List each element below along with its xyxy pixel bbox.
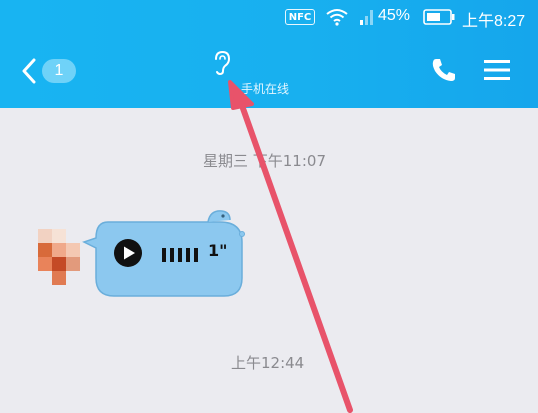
nav-bar: 1 手机在线 [0,36,538,108]
wifi-icon [326,9,348,26]
unread-badge: 1 [42,59,76,83]
chevron-left-icon [22,58,36,84]
voice-message-bubble[interactable]: 1" [80,208,250,300]
nfc-icon: NFC [285,9,315,25]
chat-screen: NFC 45% 上午8:27 1 手机在线 星期三 下午11:07 1" 上午1… [0,0,538,413]
voice-duration: 1" [208,241,228,260]
back-button[interactable]: 1 [22,54,92,88]
battery-percent: 45% [378,7,411,24]
phone-icon[interactable] [430,56,458,84]
message-timestamp: 星期三 下午11:07 [203,152,326,170]
status-clock: 上午8:27 [462,13,526,30]
contact-status: 手机在线 [241,82,290,96]
hamburger-menu-icon[interactable] [482,56,512,84]
avatar[interactable] [38,229,80,285]
chat-area[interactable]: 星期三 下午11:07 1" 上午12:44 [0,108,538,413]
voice-wave-icon [162,248,198,262]
signal-icon [360,10,373,25]
earpiece-icon[interactable] [212,50,232,76]
status-bar: NFC 45% 上午8:27 [0,0,538,36]
header: NFC 45% 上午8:27 1 手机在线 [0,0,538,108]
message-timestamp: 上午12:44 [231,354,305,372]
play-icon[interactable] [113,238,143,268]
battery-icon [423,9,455,25]
